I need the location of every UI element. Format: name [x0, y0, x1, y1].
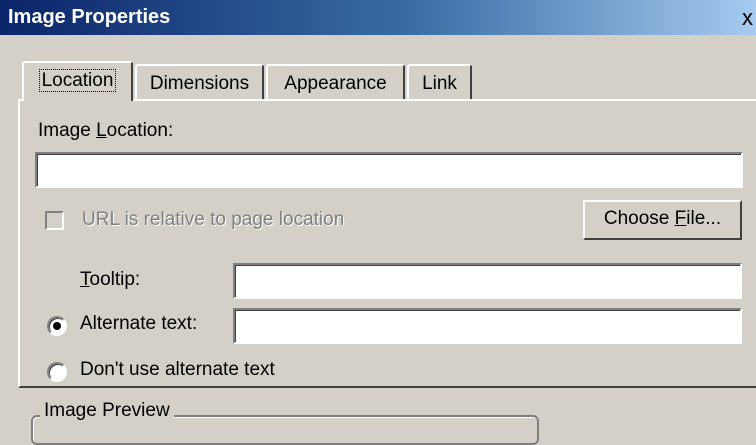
title-bar: Image Properties x — [0, 0, 756, 35]
tab-appearance[interactable]: Appearance — [266, 64, 405, 100]
alternate-text-label: Alternate text: — [80, 313, 198, 334]
tooltip-input[interactable] — [233, 263, 742, 299]
location-tab-panel — [18, 99, 756, 388]
window-title: Image Properties — [8, 6, 171, 28]
relative-url-checkbox[interactable] — [45, 211, 64, 230]
tab-location[interactable]: Location — [22, 61, 133, 101]
tab-location-label: Location — [38, 69, 117, 92]
tab-appearance-label: Appearance — [284, 73, 387, 94]
choose-file-button[interactable]: Choose File... — [583, 200, 742, 240]
tab-dimensions[interactable]: Dimensions — [135, 64, 264, 100]
alternate-text-radio[interactable] — [47, 316, 67, 336]
radio-selected-dot — [53, 322, 61, 330]
tab-link[interactable]: Link — [407, 64, 472, 100]
image-location-label: Image Location: — [38, 120, 174, 141]
tab-dimensions-label: Dimensions — [149, 73, 250, 94]
tab-link-label: Link — [422, 73, 457, 94]
relative-url-label: URL is relative to page location — [82, 209, 345, 230]
no-alternate-text-label: Don't use alternate text — [80, 359, 275, 380]
image-location-input[interactable] — [35, 152, 743, 188]
no-alternate-text-radio[interactable] — [47, 362, 67, 382]
tooltip-label: Tooltip: — [80, 269, 141, 290]
alternate-text-input[interactable] — [233, 308, 742, 344]
close-icon[interactable]: x — [742, 6, 756, 30]
image-preview-label: Image Preview — [40, 400, 174, 422]
